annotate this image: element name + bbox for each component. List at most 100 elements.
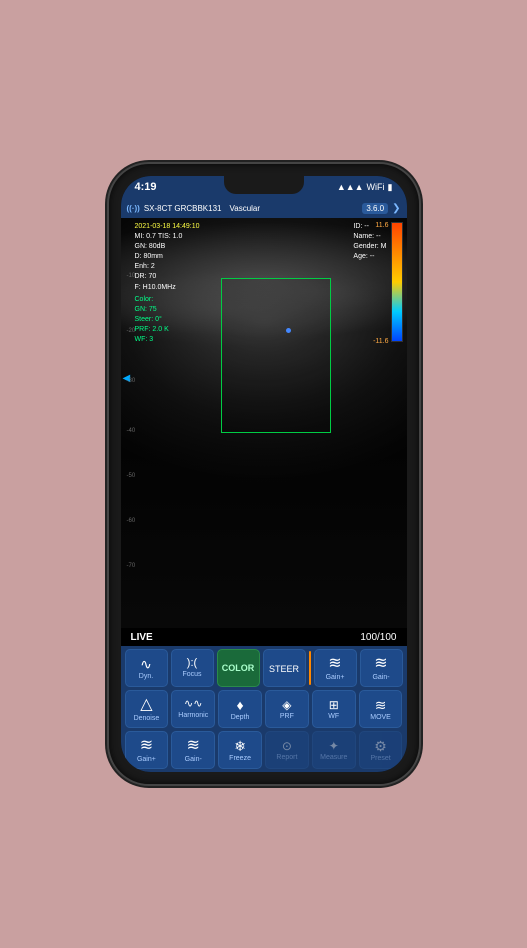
app-version: 3.6.0 xyxy=(362,203,388,214)
steer-label: STEER xyxy=(269,664,299,674)
focus-button[interactable]: ):( Focus xyxy=(171,649,214,687)
prf-label: PRF xyxy=(280,713,294,720)
color-roi-box[interactable] xyxy=(221,278,331,433)
frame-count: 100/100 xyxy=(360,632,396,643)
enh: Enh: 2 xyxy=(135,262,200,271)
wf: WF: 3 xyxy=(135,335,200,344)
color-label: Color: xyxy=(135,295,200,304)
scan-info-left: 2021-03-18 14:49:10 MI: 0.7 TIS: 1.0 GN:… xyxy=(135,222,200,344)
gain-plus-button[interactable]: ≋ Gain+ xyxy=(125,731,169,769)
scale-bottom-value: -11.6 xyxy=(373,338,388,345)
report-label: Report xyxy=(276,754,297,761)
depth-mark-30: -30 xyxy=(127,378,136,384)
battery-icon: ▮ xyxy=(388,182,393,193)
status-time: 4:19 xyxy=(135,181,157,193)
wf-button[interactable]: ⊞ WF xyxy=(312,690,356,728)
depth-mark-70: -70 xyxy=(127,563,136,569)
live-bar: LIVE 100/100 xyxy=(121,628,407,646)
wf-icon: ⊞ xyxy=(329,699,339,711)
phone-notch xyxy=(224,176,304,194)
gain-plus-top-button[interactable]: ≋ Gain+ xyxy=(314,649,357,687)
btn-separator xyxy=(309,651,311,685)
steer-button[interactable]: STEER xyxy=(263,649,306,687)
scan-mode: Vascular xyxy=(230,204,261,213)
gain-minus-top-label: Gain- xyxy=(372,674,389,681)
gain-minus-icon: ≋ xyxy=(187,738,200,754)
depth-icon: ♦ xyxy=(236,698,243,712)
gain-minus-top-button[interactable]: ≋ Gain- xyxy=(360,649,403,687)
move-label: MOVE xyxy=(370,714,391,721)
move-button[interactable]: ≋ MOVE xyxy=(359,690,403,728)
phone-frame: 4:19 ▲▲▲ WiFi ▮ ((·)) SX-8CT GRCBBK131 V… xyxy=(109,164,419,784)
measure-button[interactable]: ✦ Measure xyxy=(312,731,356,769)
freq: F: H10.0MHz xyxy=(135,283,200,292)
app-header: ((·)) SX-8CT GRCBBK131 Vascular 3.6.0 ❯ xyxy=(121,198,407,218)
dyn-icon: ∿ xyxy=(140,657,152,671)
steer: Steer: 0° xyxy=(135,315,200,324)
prf-icon: ◈ xyxy=(282,699,291,711)
depth-mark-40: -40 xyxy=(127,428,136,434)
gain-plus-top-label: Gain+ xyxy=(326,674,345,681)
dyn-button[interactable]: ∿ Dyn. xyxy=(125,649,168,687)
wf-label: WF xyxy=(328,713,339,720)
depth-mark-10: -10 xyxy=(127,273,136,279)
gain-plus-icon: ≋ xyxy=(140,738,153,754)
depth-mark-50: -50 xyxy=(127,473,136,479)
brand-icon: ((·)) xyxy=(127,204,140,213)
scale-top-value: 11.6 xyxy=(375,222,388,229)
preset-icon: ⚙ xyxy=(374,739,387,753)
harmonic-icon: ∿∿ xyxy=(184,699,202,710)
gain-db: GN: 80dB xyxy=(135,242,200,251)
focus-icon: ):( xyxy=(187,658,197,669)
measure-icon: ✦ xyxy=(329,740,339,752)
dyn-label: Dyn. xyxy=(139,673,153,680)
phone-screen: 4:19 ▲▲▲ WiFi ▮ ((·)) SX-8CT GRCBBK131 V… xyxy=(121,176,407,772)
patient-gender: Gender: M xyxy=(353,242,386,251)
gain-plus-top-icon: ≋ xyxy=(328,656,341,672)
depth-label: Depth xyxy=(231,714,250,721)
gain-minus-top-icon: ≋ xyxy=(374,656,387,672)
color-scale-bar xyxy=(391,222,403,342)
scan-area[interactable]: 2021-03-18 14:49:10 MI: 0.7 TIS: 1.0 GN:… xyxy=(121,218,407,628)
patient-name: Name: -- xyxy=(353,232,386,241)
color-icon: COLOR xyxy=(222,664,255,673)
signal-icon: ▲▲▲ xyxy=(337,182,364,192)
denoise-button[interactable]: △ Denoise xyxy=(125,690,169,728)
wifi-icon: WiFi xyxy=(367,182,385,192)
controls-panel: ∿ Dyn. ):( Focus COLOR STEER ≋ Gain+ xyxy=(121,646,407,772)
controls-row-1: ∿ Dyn. ):( Focus COLOR STEER ≋ Gain+ xyxy=(125,649,403,687)
measure-label: Measure xyxy=(320,754,347,761)
move-icon: ≋ xyxy=(375,698,387,712)
freeze-icon: ❄ xyxy=(234,739,246,753)
report-icon: ⊙ xyxy=(282,740,292,752)
controls-row-2: △ Denoise ∿∿ Harmonic ♦ Depth ◈ PRF ⊞ xyxy=(125,690,403,728)
mi-tis: MI: 0.7 TIS: 1.0 xyxy=(135,232,200,241)
device-model: SX-8CT GRCBBK131 xyxy=(144,204,222,213)
depth-mm: D: 80mm xyxy=(135,252,200,261)
live-label: LIVE xyxy=(131,632,153,643)
depth-mark-60: -60 xyxy=(127,518,136,524)
depth-button[interactable]: ♦ Depth xyxy=(218,690,262,728)
report-button[interactable]: ⊙ Report xyxy=(265,731,309,769)
header-arrow-icon[interactable]: ❯ xyxy=(392,203,400,214)
freeze-button[interactable]: ❄ Freeze xyxy=(218,731,262,769)
color-gn: GN: 75 xyxy=(135,305,200,314)
harmonic-button[interactable]: ∿∿ Harmonic xyxy=(171,690,215,728)
denoise-label: Denoise xyxy=(134,715,160,722)
denoise-icon: △ xyxy=(140,697,152,713)
focus-label: Focus xyxy=(182,671,201,678)
prf: PRF: 2.0 K xyxy=(135,325,200,334)
color-doppler-signal xyxy=(286,328,291,333)
gain-minus-button[interactable]: ≋ Gain- xyxy=(171,731,215,769)
status-icons: ▲▲▲ WiFi ▮ xyxy=(337,182,393,193)
controls-row-3: ≋ Gain+ ≋ Gain- ❄ Freeze ⊙ Report ✦ Me xyxy=(125,731,403,769)
harmonic-label: Harmonic xyxy=(178,712,208,719)
preset-label: Preset xyxy=(370,755,390,762)
gain-plus-label: Gain+ xyxy=(137,756,156,763)
prf-button[interactable]: ◈ PRF xyxy=(265,690,309,728)
timestamp: 2021-03-18 14:49:10 xyxy=(135,222,200,231)
preset-button[interactable]: ⚙ Preset xyxy=(359,731,403,769)
color-button[interactable]: COLOR xyxy=(217,649,260,687)
patient-age: Age: -- xyxy=(353,252,386,261)
freeze-label: Freeze xyxy=(229,755,251,762)
